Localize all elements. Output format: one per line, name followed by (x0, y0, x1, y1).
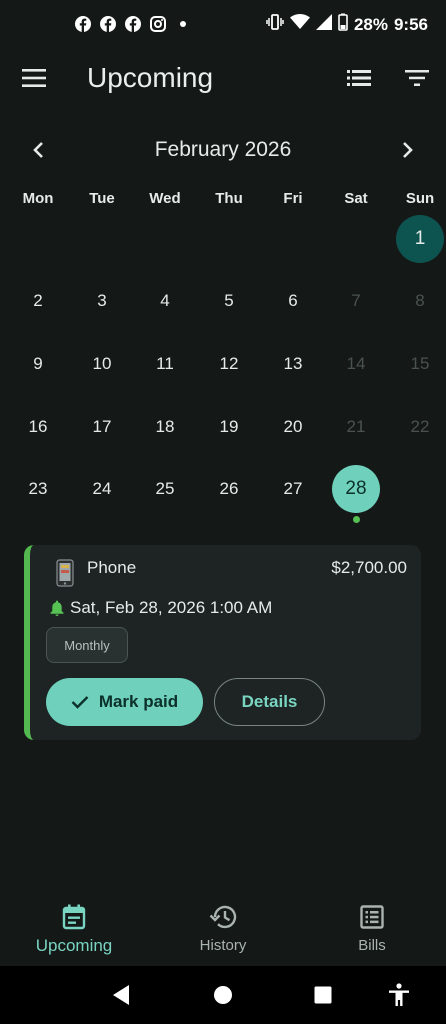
calendar-day[interactable]: 17 (78, 403, 126, 451)
app-bar: Upcoming (0, 50, 446, 110)
page-title: Upcoming (87, 62, 214, 93)
calendar-icon (62, 904, 86, 930)
nav-bills[interactable]: Bills (298, 895, 446, 965)
calendar-day[interactable]: 26 (205, 465, 253, 513)
system-status: 28% 9:56 (266, 13, 428, 36)
calendar-day[interactable]: 6 (269, 277, 317, 325)
calendar-day[interactable]: 5 (205, 277, 253, 325)
battery-icon (338, 13, 348, 36)
calendar-day[interactable]: 16 (14, 403, 62, 451)
facebook-icon (99, 15, 116, 32)
calendar-day[interactable]: 23 (14, 465, 62, 513)
month-header: February 2026 (0, 130, 446, 170)
calendar-day[interactable]: 15 (396, 340, 444, 388)
calendar-day[interactable]: 2 (14, 277, 62, 325)
calendar-day[interactable]: 11 (141, 340, 189, 388)
recents-square-icon (314, 986, 332, 1004)
accessibility-icon (389, 983, 409, 1006)
calendar-day[interactable]: 10 (78, 340, 126, 388)
back-button[interactable] (108, 982, 134, 1008)
check-icon (71, 696, 89, 709)
dot-icon (174, 15, 191, 32)
list-icon (360, 905, 384, 929)
calendar-day[interactable]: 28 (332, 465, 380, 513)
bill-card[interactable]: Phone $2,700.00 Sat, Feb 28, 2026 1:00 A… (24, 545, 421, 740)
signal-icon (315, 14, 332, 35)
bell-icon (50, 600, 66, 616)
details-button[interactable]: Details (214, 678, 325, 726)
calendar-day[interactable]: 27 (269, 465, 317, 513)
vibrate-icon (266, 14, 284, 35)
back-triangle-icon (113, 985, 129, 1005)
chevron-right-icon (403, 142, 413, 158)
calendar-day[interactable]: 7 (332, 277, 380, 325)
calendar-day[interactable]: 20 (269, 403, 317, 451)
wifi-icon (289, 14, 310, 35)
calendar-day[interactable]: 19 (205, 403, 253, 451)
nav-bills-label: Bills (358, 937, 386, 954)
bill-amount: $2,700.00 (331, 558, 407, 577)
bottom-navigation: Upcoming History Bills (0, 895, 446, 965)
bill-due-marker (352, 516, 360, 523)
filter-button[interactable] (400, 62, 434, 94)
instagram-icon (149, 15, 166, 32)
facebook-icon (124, 15, 141, 32)
calendar-grid: 1 2 3 4 5 6 7 8 9 10 11 12 13 14 15 16 17 18 19 20 21 22 23 24 2… (0, 205, 446, 525)
nav-upcoming-label: Upcoming (35, 936, 113, 955)
calendar-day[interactable]: 12 (205, 340, 253, 388)
hamburger-icon (22, 69, 46, 87)
home-button[interactable] (210, 982, 236, 1008)
menu-button[interactable] (18, 62, 50, 94)
nav-upcoming[interactable]: Upcoming (0, 895, 148, 965)
facebook-icon (74, 15, 91, 32)
list-view-button[interactable] (342, 62, 376, 94)
calendar-day[interactable]: 18 (141, 403, 189, 451)
calendar-day[interactable]: 13 (269, 340, 317, 388)
month-title: February 2026 (154, 138, 292, 161)
list-view-icon (347, 70, 371, 86)
mark-paid-button[interactable]: Mark paid (46, 678, 203, 726)
calendar-day[interactable]: 1 (396, 215, 444, 263)
recents-button[interactable] (310, 982, 336, 1008)
clock: 9:56 (393, 14, 428, 34)
nav-history[interactable]: History (149, 895, 297, 965)
calendar-day[interactable]: 21 (332, 403, 380, 451)
calendar-day[interactable]: 25 (141, 465, 189, 513)
bill-name: Phone (87, 558, 137, 577)
notification-icons (74, 15, 191, 32)
history-icon (209, 905, 237, 929)
mark-paid-label: Mark paid (98, 692, 179, 711)
frequency-chip: Monthly (46, 627, 128, 663)
home-circle-icon (214, 986, 232, 1004)
status-bar: 28% 9:56 (0, 0, 446, 50)
nav-history-label: History (199, 937, 247, 954)
filter-icon (405, 70, 429, 86)
accessibility-button[interactable] (386, 982, 412, 1008)
calendar-day[interactable]: 3 (78, 277, 126, 325)
calendar-day[interactable]: 8 (396, 277, 444, 325)
calendar-day[interactable]: 9 (14, 340, 62, 388)
calendar-day[interactable]: 14 (332, 340, 380, 388)
bill-due-date: Sat, Feb 28, 2026 1:00 AM (70, 598, 273, 617)
next-month-button[interactable] (394, 136, 422, 164)
calendar-day[interactable]: 24 (78, 465, 126, 513)
system-navigation-bar (0, 966, 446, 1024)
battery-percent: 28% (353, 14, 388, 34)
calendar-day[interactable]: 4 (141, 277, 189, 325)
calendar-day[interactable]: 22 (396, 403, 444, 451)
phone-icon (54, 559, 76, 587)
